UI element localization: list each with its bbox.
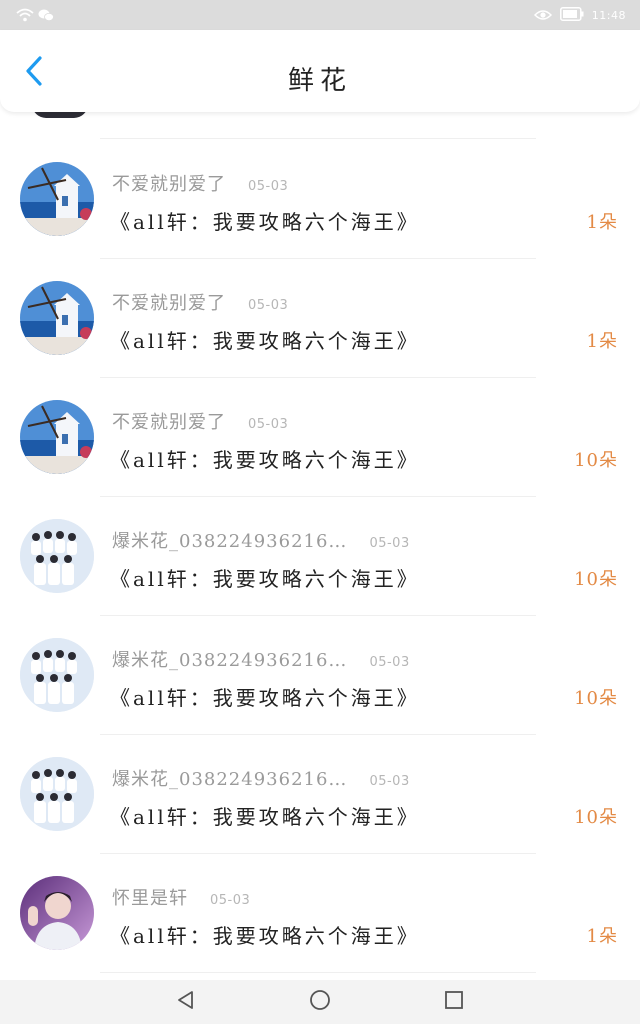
app-header: 鲜花 [0,30,640,112]
avatar[interactable] [20,638,94,712]
wechat-icon [38,7,54,26]
back-triangle-icon [176,990,196,1014]
status-bar: 11:48 [0,0,640,30]
record-date: 05-03 [369,655,410,670]
user-name[interactable]: 爆米花_038224936216… [112,527,347,553]
book-title[interactable]: 《all轩：我要攻略六个海王》 [110,682,420,711]
battery-icon [559,6,584,25]
list-item[interactable]: 怀里是轩 05-03 《all轩：我要攻略六个海王》 1朵 [0,854,640,973]
recents-square-icon [444,990,464,1014]
flower-amount: 10朵 [574,688,618,709]
user-name[interactable]: 爆米花_038224936216… [112,765,347,791]
record-date: 05-03 [369,774,410,789]
record-meta: 怀里是轩 05-03 [112,884,250,910]
avatar[interactable] [20,757,94,831]
list-item[interactable]: 爆米花_038224936216… 05-03 《all轩：我要攻略六个海王》 … [0,735,640,854]
user-name[interactable]: 爆米花_038224936216… [112,646,347,672]
book-title[interactable]: 《all轩：我要攻略六个海王》 [110,325,420,354]
record-date: 05-03 [248,298,289,313]
book-title[interactable]: 《all轩：我要攻略六个海王》 [110,206,420,235]
nav-recents-button[interactable] [442,990,466,1014]
record-meta: 不爱就别爱了 05-03 [112,408,288,434]
list-item[interactable]: 爆米花_038224936216… 05-03 《all轩：我要攻略六个海王》 … [0,497,640,616]
list-item[interactable]: 不爱就别爱了 05-03 《all轩：我要攻略六个海王》 1朵 [0,259,640,378]
flower-amount: 1朵 [586,926,618,947]
wifi-icon [16,7,34,26]
book-title[interactable]: 《all轩：我要攻略六个海王》 [110,444,420,473]
home-circle-icon [309,989,331,1015]
status-time: 11:48 [591,9,626,22]
user-name[interactable]: 不爱就别爱了 [112,289,226,315]
book-title[interactable]: 《all轩：我要攻略六个海王》 [110,801,420,830]
page-title: 鲜花 [287,66,352,96]
record-meta: 不爱就别爱了 05-03 [112,289,288,315]
system-nav-bar [0,980,640,1024]
divider [100,972,536,973]
list-item[interactable]: 不爱就别爱了 05-03 《all轩：我要攻略六个海王》 1朵 [0,140,640,259]
record-date: 05-03 [210,893,251,908]
avatar[interactable] [20,162,94,236]
flower-record-list: 不爱就别爱了 05-03 《all轩：我要攻略六个海王》 1朵 不爱就别爱了 0… [0,140,640,973]
flower-amount: 10朵 [574,569,618,590]
flower-amount: 10朵 [574,450,618,471]
book-title[interactable]: 《all轩：我要攻略六个海王》 [110,563,420,592]
list-item[interactable]: 爆米花_038224936216… 05-03 《all轩：我要攻略六个海王》 … [0,616,640,735]
flower-amount: 1朵 [586,212,618,233]
nav-back-button[interactable] [174,990,198,1014]
divider [100,138,536,139]
user-name[interactable]: 不爱就别爱了 [112,170,226,196]
record-meta: 爆米花_038224936216… 05-03 [112,765,410,791]
avatar[interactable] [20,281,94,355]
record-date: 05-03 [248,417,289,432]
user-name[interactable]: 怀里是轩 [112,884,188,910]
avatar[interactable] [20,876,94,950]
flower-amount: 10朵 [574,807,618,828]
user-name[interactable]: 不爱就别爱了 [112,408,226,434]
list-item[interactable]: 不爱就别爱了 05-03 《all轩：我要攻略六个海王》 10朵 [0,378,640,497]
avatar[interactable] [20,519,94,593]
flower-amount: 1朵 [586,331,618,352]
status-left [16,7,54,26]
avatar[interactable] [20,400,94,474]
record-meta: 爆米花_038224936216… 05-03 [112,646,410,672]
status-right: 11:48 [533,6,626,25]
record-meta: 爆米花_038224936216… 05-03 [112,527,410,553]
record-meta: 不爱就别爱了 05-03 [112,170,288,196]
record-date: 05-03 [248,179,289,194]
eye-icon [533,6,552,25]
record-date: 05-03 [369,536,410,551]
book-title[interactable]: 《all轩：我要攻略六个海王》 [110,920,420,949]
nav-home-button[interactable] [308,990,332,1014]
